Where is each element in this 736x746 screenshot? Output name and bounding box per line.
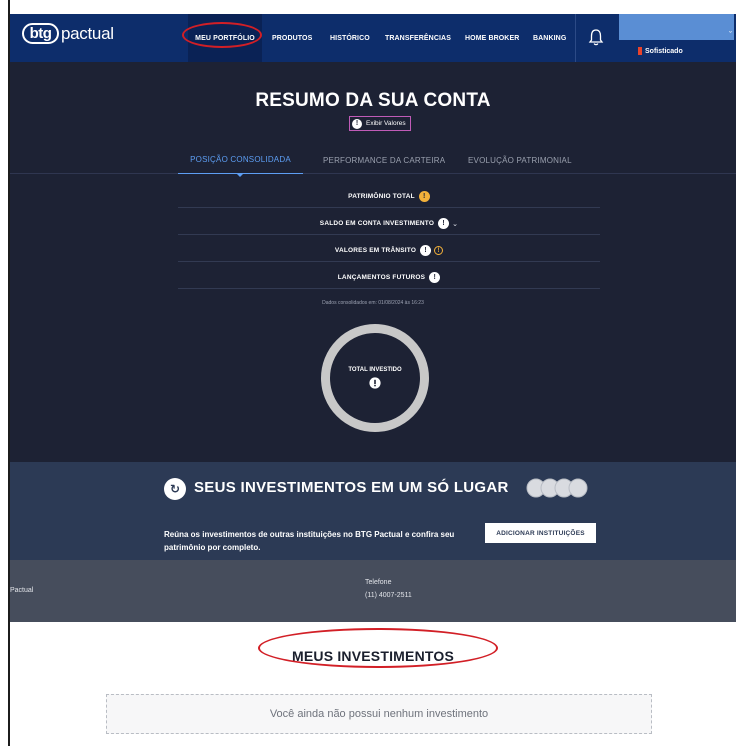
row-label: VALORES EM TRÂNSITO [334, 247, 417, 254]
info-icon[interactable]: ! [418, 191, 430, 202]
nav-divider [575, 14, 576, 62]
row-label: LANÇAMENTOS FUTUROS [337, 274, 426, 281]
info-icon[interactable]: ! [429, 272, 441, 283]
row-label: SALDO EM CONTA INVESTIMENTO [319, 220, 435, 227]
tab-performance-carteira[interactable]: PERFORMANCE DA CARTEIRA [323, 146, 445, 174]
aggregation-banner: ↻ SEUS INVESTIMENTOS EM UM SÓ LUGAR Reún… [10, 462, 736, 560]
row-valores-transito: VALORES EM TRÂNSITO ! ! [178, 240, 600, 262]
info-icon[interactable]: ! [438, 218, 450, 229]
btg-logo[interactable]: btg pactual [22, 23, 114, 44]
user-tier-label: Sofisticado [645, 47, 683, 55]
footer-phone-label: Telefone [365, 579, 392, 586]
banner-title: SEUS INVESTIMENTOS EM UM SÓ LUGAR [194, 479, 509, 496]
nav-meu-portfolio[interactable]: MEU PORTFÓLIO [188, 14, 262, 62]
eye-icon[interactable] [369, 377, 381, 389]
nav-home-broker[interactable]: HOME BROKER [465, 14, 519, 62]
active-tab-arrow-icon [236, 173, 244, 177]
user-menu[interactable]: Sofisticado ˇ [616, 14, 736, 62]
consolidated-date: Dados consolidados em: 01/08/2024 às 16:… [322, 300, 424, 306]
summary-title: RESUMO DA SUA CONTA [255, 90, 491, 111]
user-name-redacted [619, 14, 734, 40]
tab-evolucao-patrimonial[interactable]: EVOLUÇÃO PATRIMONIAL [468, 146, 572, 174]
donut-label: TOTAL INVESTIDO [348, 367, 402, 373]
row-patrimonio-total: PATRIMÔNIO TOTAL ! [178, 186, 600, 208]
user-tier: Sofisticado [638, 47, 683, 55]
tier-flag-icon [638, 47, 642, 55]
sync-icon: ↻ [164, 478, 186, 500]
footer-phone-number[interactable]: (11) 4007-2511 [365, 592, 412, 599]
warning-icon[interactable]: ! [434, 246, 444, 255]
row-label: PATRIMÔNIO TOTAL [348, 193, 415, 200]
add-institutions-button[interactable]: ADICIONAR INSTITUIÇÕES [485, 523, 596, 543]
logo-mark: btg [22, 23, 59, 44]
nav-historico[interactable]: HISTÓRICO [330, 14, 370, 62]
summary-tabs: POSIÇÃO CONSOLIDADA PERFORMANCE DA CARTE… [10, 146, 736, 177]
nav-produtos[interactable]: PRODUTOS [272, 14, 312, 62]
row-lancamentos-futuros: LANÇAMENTOS FUTUROS ! [178, 267, 600, 289]
app-frame: btg pactual MEU PORTFÓLIO PRODUTOS HISTÓ… [8, 0, 736, 746]
total-invested-donut: TOTAL INVESTIDO [321, 324, 429, 432]
banner-description: Reúna os investimentos de outras institu… [164, 530, 455, 552]
nav-banking[interactable]: BANKING [533, 14, 566, 62]
footer-bar: Pactual Telefone (11) 4007-2511 [10, 560, 736, 622]
footer-company: Pactual [10, 587, 34, 594]
bell-icon[interactable] [588, 28, 604, 48]
institutions-coins-icon [526, 478, 588, 498]
account-summary-panel: RESUMO DA SUA CONTA ! Exibir Valores POS… [10, 62, 736, 462]
empty-investments-box: Você ainda não possui nenhum investiment… [106, 694, 652, 734]
chevron-down-icon: ˇ [729, 30, 732, 40]
top-navbar: btg pactual MEU PORTFÓLIO PRODUTOS HISTÓ… [10, 0, 736, 62]
show-values-label: Exibir Valores [366, 120, 406, 127]
eye-icon: ! [352, 118, 362, 129]
nav-transferencias[interactable]: TRANSFERÊNCIAS [385, 14, 451, 62]
chevron-down-icon[interactable]: ⌄ [452, 220, 458, 228]
tab-posicao-consolidada[interactable]: POSIÇÃO CONSOLIDADA [178, 146, 303, 177]
show-values-button[interactable]: ! Exibir Valores [349, 116, 411, 131]
my-investments-title: MEUS INVESTIMENTOS [291, 648, 455, 664]
logo-word: pactual [61, 23, 114, 43]
row-saldo-conta[interactable]: SALDO EM CONTA INVESTIMENTO ! ⌄ [178, 213, 600, 235]
tab-label: POSIÇÃO CONSOLIDADA [190, 155, 291, 164]
info-icon[interactable]: ! [420, 245, 432, 256]
